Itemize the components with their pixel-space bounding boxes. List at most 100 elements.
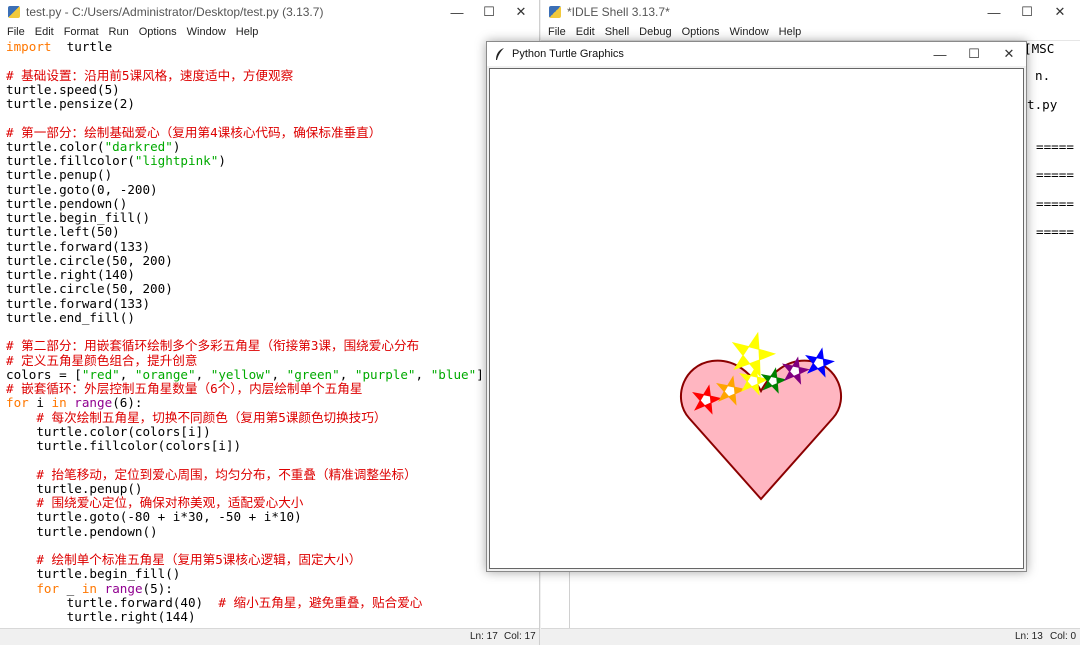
- code-line[interactable]: [6, 539, 484, 553]
- menu-shell[interactable]: Shell: [605, 26, 629, 38]
- code-keyword: in: [81, 580, 98, 596]
- code-line[interactable]: turtle.right(140): [6, 267, 484, 282]
- code-line[interactable]: turtle.begin_fill(): [6, 567, 484, 581]
- code-string: "red": [81, 366, 120, 382]
- code-line[interactable]: turtle.pendown(): [6, 523, 484, 539]
- editor-close-button[interactable]: ✕: [504, 0, 538, 24]
- menu-options[interactable]: Options: [682, 26, 720, 38]
- turtle-canvas[interactable]: [489, 68, 1024, 569]
- code-line[interactable]: turtle.goto(0, -200): [6, 182, 484, 197]
- code-token: turtle.circle(50, 200): [6, 252, 173, 268]
- code-string: "blue": [430, 366, 477, 382]
- code-line[interactable]: # 第一部分：绘制基础爱心（复用第4课核心代码，确保标准垂直）: [6, 125, 484, 140]
- code-token: ): [172, 138, 181, 154]
- code-line[interactable]: # 抬笔移动，定位到爱心周围，均匀分布，不重叠（精准调整坐标）: [6, 467, 484, 482]
- shell-maximize-button[interactable]: ☐: [1010, 0, 1044, 24]
- code-line[interactable]: # 第二部分：用嵌套循环绘制多个多彩五角星（衔接第3课，围绕爱心分布: [6, 339, 484, 353]
- code-token: _: [59, 580, 82, 596]
- menu-help[interactable]: Help: [236, 26, 259, 38]
- code-line[interactable]: for i in range(6):: [6, 396, 484, 410]
- shell-separator: =====: [1036, 139, 1074, 154]
- code-token: turtle.pendown(): [6, 523, 158, 539]
- shell-line-msc: [MSC: [1024, 41, 1055, 56]
- code-line[interactable]: # 绘制单个标准五角星（复用第5课核心逻辑，固定大小）: [6, 552, 484, 567]
- code-line[interactable]: for _ in range(5):: [6, 580, 484, 596]
- code-token: turtle.right(140): [6, 267, 135, 282]
- code-string: "lightpink": [134, 153, 219, 168]
- menu-window[interactable]: Window: [187, 26, 226, 38]
- code-line[interactable]: # 嵌套循环：外层控制五角星数量（6个），内层绘制单个五角星: [6, 381, 484, 396]
- editor-menubar: File Edit Format Run Options Window Help: [0, 24, 539, 41]
- code-comment: # 定义五角星颜色组合，提升创意: [6, 352, 198, 368]
- code-token: turtle.penup(): [6, 480, 143, 496]
- code-token: turtle.begin_fill(): [6, 210, 151, 225]
- menu-file[interactable]: File: [548, 26, 566, 38]
- code-editor[interactable]: import turtle # 基础设置：沿用前5课风格，速度适中，方便观察 tu…: [0, 40, 539, 629]
- editor-maximize-button[interactable]: ☐: [472, 0, 506, 24]
- code-token: turtle.forward(40): [6, 594, 219, 610]
- code-line[interactable]: turtle.pensize(2): [6, 96, 484, 111]
- code-line[interactable]: turtle.forward(40) # 缩小五角星，避免重叠，贴合爱心: [6, 594, 484, 610]
- menu-debug[interactable]: Debug: [639, 26, 671, 38]
- code-token: turtle.forward(133): [6, 238, 151, 254]
- shell-minimize-button[interactable]: —: [977, 0, 1011, 24]
- menu-help[interactable]: Help: [779, 26, 802, 38]
- menu-edit[interactable]: Edit: [576, 26, 595, 38]
- turtle-minimize-button[interactable]: —: [923, 42, 957, 66]
- code-string: "purple": [354, 366, 416, 382]
- menu-options[interactable]: Options: [139, 26, 177, 38]
- code-line[interactable]: turtle.right(144): [6, 609, 484, 624]
- code-line[interactable]: turtle.fillcolor("lightpink"): [6, 153, 484, 168]
- code-token: turtle.penup(): [6, 167, 113, 183]
- code-line[interactable]: # 围绕爱心定位，确保对称美观，适配爱心大小: [6, 495, 484, 510]
- code-line[interactable]: turtle.penup(): [6, 480, 484, 496]
- turtle-close-button[interactable]: ✕: [992, 42, 1026, 66]
- code-line[interactable]: # 每次绘制五角星，切换不同颜色（复用第5课颜色切换技巧）: [6, 409, 484, 425]
- menu-format[interactable]: Format: [64, 26, 99, 38]
- code-line[interactable]: turtle.color("darkred"): [6, 138, 484, 154]
- turtle-maximize-button[interactable]: ☐: [957, 42, 991, 66]
- menu-edit[interactable]: Edit: [35, 26, 54, 38]
- shell-separator: =====: [1036, 196, 1074, 211]
- code-line[interactable]: import turtle: [6, 40, 484, 54]
- code-line[interactable]: turtle.end_fill(): [6, 310, 484, 325]
- code-line[interactable]: turtle.forward(133): [6, 238, 484, 254]
- code-line[interactable]: [6, 54, 484, 68]
- shell-line-period: n.: [1035, 68, 1051, 83]
- code-line[interactable]: turtle.goto(-80 + i*30, -50 + i*10): [6, 510, 484, 524]
- code-line[interactable]: turtle.circle(50, 200): [6, 252, 484, 268]
- code-line[interactable]: turtle.forward(133): [6, 296, 484, 311]
- editor-col-indicator: Col: 17: [504, 631, 536, 642]
- code-line[interactable]: [6, 325, 484, 339]
- editor-minimize-button[interactable]: —: [440, 0, 474, 24]
- menu-run[interactable]: Run: [109, 26, 129, 38]
- feather-icon: [496, 48, 504, 60]
- code-line[interactable]: turtle.fillcolor(colors[i]): [6, 438, 484, 453]
- code-token: (6):: [112, 395, 143, 411]
- code-comment: # 每次绘制五角星，切换不同颜色（复用第5课颜色切换技巧）: [36, 409, 387, 425]
- code-string: "darkred": [104, 138, 173, 154]
- code-token: turtle.fillcolor(: [6, 153, 135, 168]
- code-token: (5):: [142, 580, 173, 596]
- code-line[interactable]: [6, 111, 484, 125]
- code-line[interactable]: turtle.begin_fill(): [6, 210, 484, 225]
- code-line[interactable]: turtle.penup(): [6, 168, 484, 182]
- code-line[interactable]: turtle.left(50): [6, 225, 484, 239]
- shell-title: *IDLE Shell 3.13.7*: [567, 5, 670, 19]
- code-token: turtle.pendown(): [6, 195, 128, 211]
- code-line[interactable]: [6, 453, 484, 467]
- code-text[interactable]: import turtle # 基础设置：沿用前5课风格，速度适中，方便观察 tu…: [6, 40, 484, 624]
- code-line[interactable]: # 定义五角星颜色组合，提升创意: [6, 352, 484, 368]
- code-line[interactable]: turtle.circle(50, 200): [6, 282, 484, 296]
- code-line[interactable]: turtle.pendown(): [6, 195, 484, 211]
- menu-window[interactable]: Window: [730, 26, 769, 38]
- code-line[interactable]: # 基础设置：沿用前5课风格，速度适中，方便观察: [6, 68, 484, 83]
- code-line[interactable]: turtle.speed(5): [6, 82, 484, 97]
- menu-file[interactable]: File: [7, 26, 25, 38]
- code-line[interactable]: turtle.color(colors[i]): [6, 424, 484, 439]
- shell-close-button[interactable]: ✕: [1043, 0, 1077, 24]
- code-line[interactable]: colors = ["red", "orange", "yellow", "gr…: [6, 366, 484, 382]
